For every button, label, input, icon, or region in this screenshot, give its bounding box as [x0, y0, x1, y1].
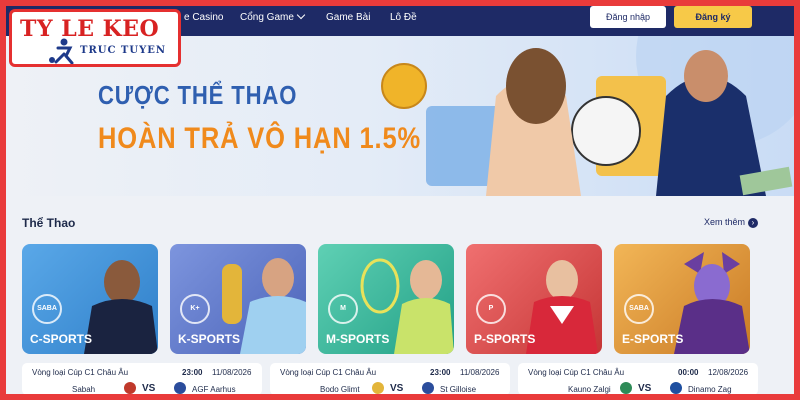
chevron-down-icon [296, 10, 306, 20]
sport-card-label: E-SPORTS [622, 332, 684, 346]
sport-card-label: K-SPORTS [178, 332, 241, 346]
p-logo-icon: P [476, 294, 506, 324]
match-time: 00:00 [678, 368, 699, 377]
team-home: Kauno Zalgi [568, 385, 611, 394]
sport-card-label: P-SPORTS [474, 332, 536, 346]
team-away: St Gilloise [440, 385, 477, 394]
see-more-link[interactable]: Xem thêm › [704, 217, 759, 228]
match-league: Vòng loại Cúp C1 Châu Âu [32, 368, 129, 377]
team-away: AGF Aarhus [192, 385, 236, 394]
sport-card-k[interactable]: K+ K-SPORTS [170, 244, 306, 354]
match-card[interactable]: Vòng loại Cúp C1 Châu Âu 23:00 11/08/202… [22, 363, 262, 394]
team-away: Dinamo Zag [688, 385, 732, 394]
nav-game-portal-label: Cổng Game [240, 12, 294, 23]
football-player-icon [49, 38, 74, 64]
match-date: 11/08/2026 [212, 368, 252, 377]
m-logo-icon: M [328, 294, 358, 324]
team-crest-icon [620, 382, 632, 394]
match-card[interactable]: Vòng loại Cúp C1 Châu Âu 23:00 11/08/202… [270, 363, 510, 394]
nav-game-portal[interactable]: Cổng Game [240, 10, 306, 23]
team-crest-icon [670, 382, 682, 394]
match-time: 23:00 [182, 368, 203, 377]
saba-logo-icon: SABA [32, 294, 62, 324]
banner-line2: HOÀN TRẢ VÔ HẠN 1.5% [98, 122, 422, 155]
team-crest-icon [372, 382, 384, 394]
team-crest-icon [174, 382, 186, 394]
k-plus-logo-icon: K+ [180, 294, 210, 324]
match-league: Vòng loại Cúp C1 Châu Âu [280, 368, 377, 377]
logo-line2: TRUC TUYEN [80, 45, 166, 56]
team-home: Sabah [72, 385, 96, 394]
sport-card-label: M-SPORTS [326, 332, 390, 346]
sport-card-p[interactable]: P P-SPORTS [466, 244, 602, 354]
nav-lottery[interactable]: Lô Đề [390, 12, 417, 23]
vs-label: VS [638, 383, 652, 394]
team-crest-icon [422, 382, 434, 394]
site-logo[interactable]: TY LE KEO TRUC TUYEN [9, 9, 181, 67]
match-date: 11/08/2026 [460, 368, 500, 377]
see-more-label: Xem thêm [704, 217, 746, 227]
match-date: 12/08/2026 [708, 368, 749, 377]
saba-logo-icon: SABA [624, 294, 654, 324]
match-time: 23:00 [430, 368, 451, 377]
vs-label: VS [390, 383, 404, 394]
match-league: Vòng loại Cúp C1 Châu Âu [528, 368, 625, 377]
team-home: Bodo Glimt [320, 385, 360, 394]
login-button[interactable]: Đăng nhập [590, 6, 666, 28]
nav-casino[interactable]: e Casino [184, 12, 223, 23]
team-crest-icon [124, 382, 136, 394]
page-frame: e Casino Cổng Game Game Bài Lô Đề Đăng n… [6, 6, 794, 394]
nav-card-games[interactable]: Game Bài [326, 12, 370, 23]
match-card[interactable]: Vòng loại Cúp C1 Châu Âu 00:00 12/08/202… [518, 363, 758, 394]
banner-pagination[interactable] [366, 186, 402, 196]
logo-line1: TY LE KEO [20, 16, 160, 42]
vs-label: VS [142, 383, 156, 394]
register-button[interactable]: Đăng ký [674, 6, 752, 28]
banner-line1: CƯỢC THỂ THAO [98, 80, 298, 110]
section-title: Thể Thao [22, 216, 76, 230]
sport-card-label: C-SPORTS [30, 332, 93, 346]
sport-card-e[interactable]: SABA E-SPORTS [614, 244, 750, 354]
sport-card-m[interactable]: M M-SPORTS [318, 244, 454, 354]
sport-card-c[interactable]: SABA C-SPORTS [22, 244, 158, 354]
arrow-right-icon: › [748, 217, 759, 228]
